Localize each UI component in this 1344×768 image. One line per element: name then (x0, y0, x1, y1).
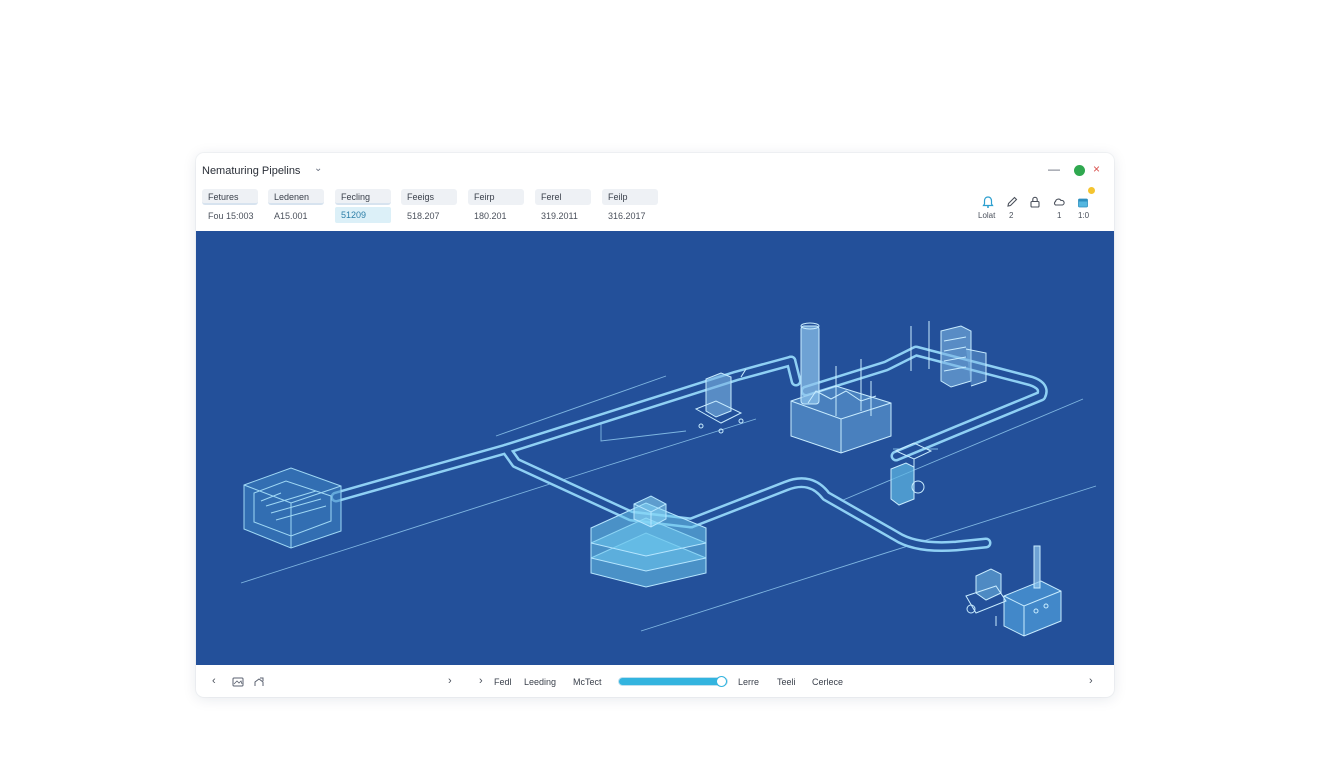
expand-button[interactable]: › (479, 675, 483, 687)
progress-fill (619, 678, 722, 685)
cloud-count: 1 (1057, 211, 1062, 220)
collapse-button[interactable]: › (448, 675, 452, 687)
bottom-label-4[interactable]: Teeli (777, 677, 796, 687)
cloud-icon[interactable] (1052, 195, 1066, 209)
tab-value: Fou 15:003 (208, 211, 254, 221)
tab-label: Ledenen (268, 189, 324, 205)
progress-knob[interactable] (715, 676, 727, 687)
bell-icon[interactable] (981, 195, 995, 209)
tab-label: Ferel (535, 189, 591, 205)
bottom-label-1[interactable]: Leeding (524, 677, 556, 687)
notification-badge (1088, 187, 1095, 194)
tab-label: Fecling (335, 189, 391, 205)
progress-slider[interactable] (618, 676, 728, 687)
tab-fetures[interactable]: Fetures Fou 15:003 (202, 189, 258, 223)
pipeline-diagram (240, 321, 1097, 637)
pen-count: 2 (1009, 211, 1014, 220)
minimize-button[interactable]: — (1048, 162, 1060, 176)
share-icon[interactable] (253, 676, 265, 688)
tab-label: Feeigs (401, 189, 457, 205)
tab-feeigs[interactable]: Feeigs 518.207 (401, 189, 457, 223)
tab-label: Fetures (202, 189, 258, 205)
tab-value: 319.2011 (541, 211, 578, 221)
tab-value: 316.2017 (608, 211, 646, 221)
bottom-label-3[interactable]: Lerre (738, 677, 759, 687)
tab-feirp[interactable]: Feirp 180.201 (468, 189, 524, 223)
tab-ledenen[interactable]: Ledenen A15.001 (268, 189, 324, 223)
app-title: Nematuring Pipelins (202, 165, 301, 177)
prev-button[interactable]: ‹ (212, 675, 216, 687)
bottom-label-5[interactable]: Cerlece (812, 677, 843, 687)
bell-count: Lolat (978, 211, 996, 220)
inlet-unit (243, 467, 342, 549)
image-icon[interactable] (232, 677, 244, 687)
tab-value: 180.201 (474, 211, 507, 221)
package-count: 1:0 (1078, 211, 1090, 220)
guide-lines (240, 375, 1097, 632)
output-unit (965, 545, 1062, 637)
pen-icon[interactable] (1005, 195, 1019, 209)
tab-value: 518.207 (407, 211, 440, 221)
close-button[interactable]: × (1093, 162, 1100, 176)
lock-icon[interactable] (1028, 195, 1042, 209)
package-icon[interactable] (1076, 195, 1090, 209)
bottom-bar: ‹ › › Fedl Leeding McTect Lerre Teeli Ce… (196, 665, 1114, 697)
bottom-label-0[interactable]: Fedl (494, 677, 512, 687)
app-window: Nematuring Pipelins ⌄ — × Fetures Fou 15… (196, 153, 1114, 697)
tab-fecling[interactable]: Fecling 51209 (335, 189, 391, 223)
refinery-unit (790, 322, 892, 454)
pipeline-canvas[interactable] (196, 231, 1114, 665)
tab-label: Feirp (468, 189, 524, 205)
tab-ferel[interactable]: Ferel 319.2011 (535, 189, 591, 223)
tab-label: Feilp (602, 189, 658, 205)
next-button[interactable]: › (1089, 675, 1093, 687)
tab-value: A15.001 (274, 211, 308, 221)
tab-value: 51209 (335, 207, 391, 223)
status-dot[interactable] (1074, 165, 1085, 176)
title-bar: Nematuring Pipelins ⌄ — × (196, 153, 1114, 189)
bottom-label-2[interactable]: McTect (573, 677, 602, 687)
tab-feilp[interactable]: Feilp 316.2017 (602, 189, 658, 223)
chevron-down-icon[interactable]: ⌄ (314, 163, 322, 174)
